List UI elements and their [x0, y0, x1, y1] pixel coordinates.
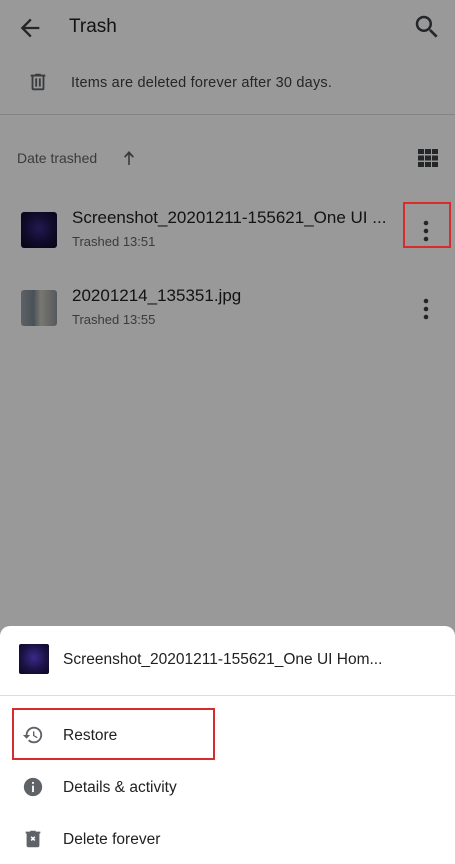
delete-forever-label: Delete forever	[63, 831, 161, 848]
sheet-file-name: Screenshot_20201211-155621_One UI Hom...	[63, 651, 383, 668]
info-icon	[23, 777, 43, 797]
divider	[0, 695, 455, 696]
delete-forever-icon	[25, 830, 41, 848]
sheet-header: Screenshot_20201211-155621_One UI Hom...	[0, 626, 455, 694]
details-activity-menu-item[interactable]: Details & activity	[0, 764, 455, 812]
highlight-box	[12, 708, 215, 760]
delete-forever-menu-item[interactable]: Delete forever	[0, 816, 455, 864]
details-activity-label: Details & activity	[63, 779, 177, 796]
bottom-sheet: Screenshot_20201211-155621_One UI Hom...…	[0, 626, 455, 861]
trash-screen: Trash Items are deleted forever after 30…	[0, 0, 455, 861]
file-thumbnail	[19, 644, 49, 674]
highlight-box	[403, 202, 451, 248]
